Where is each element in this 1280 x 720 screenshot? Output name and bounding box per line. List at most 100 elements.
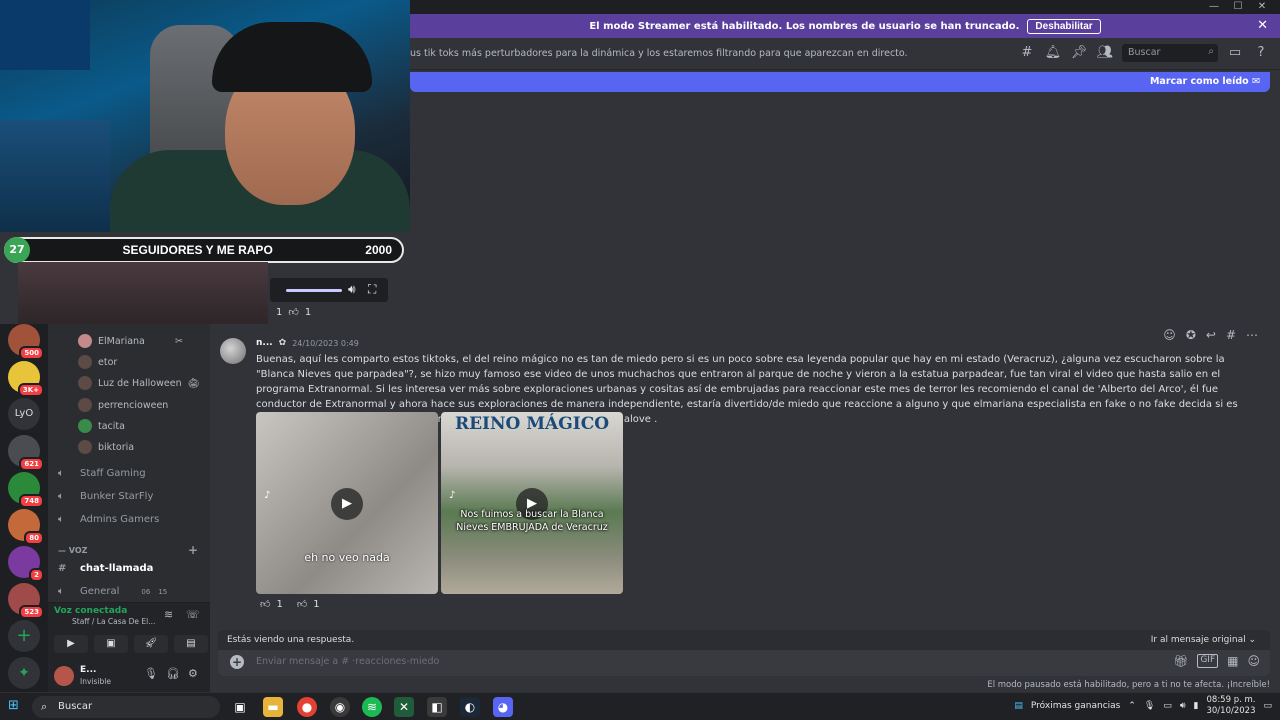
server-icon[interactable]: 500	[8, 324, 44, 360]
voice-user[interactable]: perrencioween	[78, 398, 168, 412]
server-icon[interactable]: 523	[8, 583, 44, 619]
voice-channel-admins-gamers[interactable]: 🔈︎ Admins Gamers	[58, 514, 159, 525]
microphone-icon[interactable]: 🎙︎	[1144, 701, 1155, 711]
app-icon[interactable]: ◧	[427, 697, 447, 717]
task-view-icon[interactable]: ▣	[230, 697, 250, 717]
jump-to-original-link[interactable]: Ir al mensaje original ⌄	[1151, 635, 1256, 645]
reaction-count[interactable]: 1	[305, 307, 311, 318]
attach-plus-icon[interactable]: +	[230, 655, 244, 669]
help-icon[interactable]: ?	[1252, 44, 1270, 62]
super-reaction-icon[interactable]: ✪	[1186, 328, 1196, 342]
add-server-icon[interactable]: +	[8, 620, 40, 652]
reply-icon[interactable]: ↩	[1206, 328, 1216, 342]
channel-header: us tik toks más perturbadores para la di…	[410, 38, 1280, 70]
clock[interactable]: 08:59 p. m. 30/10/2023	[1206, 695, 1255, 717]
server-badge: 80	[24, 531, 44, 545]
mark-as-read-bar[interactable]: Marcar como leído ✉	[410, 72, 1270, 92]
gift-icon[interactable]: 🎁︎	[1173, 654, 1188, 668]
voice-channel-staff-gaming[interactable]: 🔈︎ Staff Gaming	[58, 468, 146, 479]
server-icon[interactable]: 2	[8, 546, 44, 582]
mute-icon[interactable]: 🎙︎	[144, 667, 158, 680]
xbox-icon[interactable]: ✕	[394, 697, 414, 717]
server-icon[interactable]: 3K+	[8, 361, 44, 397]
soundboard-button[interactable]: ▤	[174, 635, 208, 653]
message-input[interactable]: + Enviar mensaje a # ·reacciones-miedo 🎁…	[218, 650, 1270, 676]
members-icon[interactable]: 👥︎	[1096, 44, 1114, 62]
add-reaction-icon[interactable]: ☺	[1163, 328, 1176, 342]
threads-icon[interactable]: #	[1018, 44, 1036, 62]
steam-icon[interactable]: ◐	[460, 697, 480, 717]
video-caption: Nos fuimos a buscar la Blanca Nieves EMB…	[456, 509, 608, 533]
explore-servers-icon[interactable]: ✦	[8, 657, 40, 689]
voice-user[interactable]: etor	[78, 355, 117, 369]
sticker-icon[interactable]: ▦	[1227, 654, 1238, 668]
video-caption: eh no veo nada	[304, 551, 390, 564]
activities-button[interactable]: 🚀︎	[134, 635, 168, 653]
voice-connection-panel: Voz conectada Staff / La Casa De El... ≋…	[48, 602, 210, 658]
voice-channel-general[interactable]: 🔈︎ General 06 15	[58, 586, 167, 597]
video-attachment[interactable]: ♪ ▶ eh no veo nada	[256, 412, 438, 594]
thread-icon[interactable]: #	[1226, 328, 1236, 342]
window-close-button[interactable]: ✕	[1250, 0, 1274, 14]
reaction-count[interactable]: 1	[276, 307, 282, 318]
windows-taskbar: ⊞ ⌕ Buscar ▣ ▬ ● ◉ ≋ ✕ ◧ ◐ ◕ ▤ Próximas …	[0, 692, 1280, 720]
voice-user[interactable]: ElMariana ✂	[78, 334, 183, 348]
reaction-count[interactable]: 1	[276, 599, 282, 610]
server-icon[interactable]: 80	[8, 509, 44, 545]
camera-button[interactable]: ▶	[54, 635, 88, 653]
network-icon[interactable]: ▭	[1163, 701, 1172, 711]
spotify-icon[interactable]: ≋	[362, 697, 382, 717]
voice-user[interactable]: tacita	[78, 419, 125, 433]
widget-label[interactable]: Próximas ganancias	[1031, 701, 1120, 711]
chrome-icon[interactable]: ●	[297, 697, 317, 717]
play-icon[interactable]: ▶	[331, 488, 363, 520]
voice-user[interactable]: Luz de Halloween 🎃︎	[78, 376, 200, 390]
server-icon[interactable]: 748	[8, 472, 44, 508]
fullscreen-icon[interactable]: ⛶	[368, 282, 376, 297]
file-explorer-icon[interactable]: ▬	[263, 697, 283, 717]
bell-icon[interactable]: 🔔︎	[1044, 44, 1062, 62]
screen-share-button[interactable]: ▣	[94, 635, 128, 653]
message-author[interactable]: n...	[256, 338, 273, 348]
inbox-icon[interactable]: ▭	[1226, 44, 1244, 62]
volume-icon[interactable]: 🔊︎	[348, 282, 356, 297]
disable-streamer-button[interactable]: Deshabilitar	[1027, 18, 1101, 34]
text-channel-chat-llamada[interactable]: # chat-llamada	[58, 563, 153, 574]
maximize-button[interactable]: ☐	[1226, 0, 1250, 14]
server-icon-lyo[interactable]: LyO	[8, 398, 40, 430]
voice-user[interactable]: biktoria	[78, 440, 134, 454]
user-status: Invisible	[80, 677, 111, 686]
discord-icon[interactable]: ◕	[493, 697, 513, 717]
battery-icon[interactable]: ▮	[1194, 701, 1199, 711]
headphones-icon[interactable]: 🎧︎	[166, 667, 180, 680]
app-icon[interactable]: ◉	[330, 697, 350, 717]
video-attachment[interactable]: REINO MÁGICO ♪ ▶ Nos fuimos a buscar la …	[441, 412, 623, 594]
more-icon[interactable]: ⋯	[1246, 328, 1258, 342]
volume-slider[interactable]	[286, 289, 342, 292]
gear-icon[interactable]: ⚙	[188, 667, 198, 680]
minimize-button[interactable]: —	[1202, 0, 1226, 14]
server-icon[interactable]: 621	[8, 435, 44, 471]
add-channel-icon[interactable]: +	[188, 543, 198, 557]
reaction-emoji-icon: 👍︎	[296, 599, 308, 610]
search-input[interactable]: Buscar ⌕	[1122, 44, 1218, 62]
close-icon[interactable]: ✕	[1257, 18, 1268, 33]
pin-icon[interactable]: 📌︎	[1070, 44, 1088, 62]
voice-user-name: Luz de Halloween	[98, 377, 182, 389]
voice-user-name: perrencioween	[98, 399, 169, 411]
category-voz[interactable]: — VOZ	[58, 546, 87, 555]
reaction-count[interactable]: 1	[313, 599, 319, 610]
gif-icon[interactable]: GIF	[1197, 654, 1219, 668]
taskbar-search[interactable]: ⌕ Buscar	[32, 696, 220, 718]
avatar[interactable]	[54, 666, 74, 686]
windows-start-icon[interactable]: ⊞	[8, 699, 22, 713]
disconnect-icon[interactable]: ☏	[186, 608, 200, 621]
avatar[interactable]	[220, 338, 246, 364]
voice-location[interactable]: Staff / La Casa De El...	[72, 617, 155, 626]
noise-suppression-icon[interactable]: ≋	[164, 608, 173, 621]
voice-channel-bunker-starfly[interactable]: 🔈︎ Bunker StarFly	[58, 491, 153, 502]
chevron-up-icon[interactable]: ⌃	[1128, 701, 1136, 711]
emoji-icon[interactable]: ☺	[1247, 654, 1260, 668]
volume-icon[interactable]: 🔊︎	[1180, 701, 1186, 711]
notifications-icon[interactable]: ▭	[1263, 701, 1272, 711]
